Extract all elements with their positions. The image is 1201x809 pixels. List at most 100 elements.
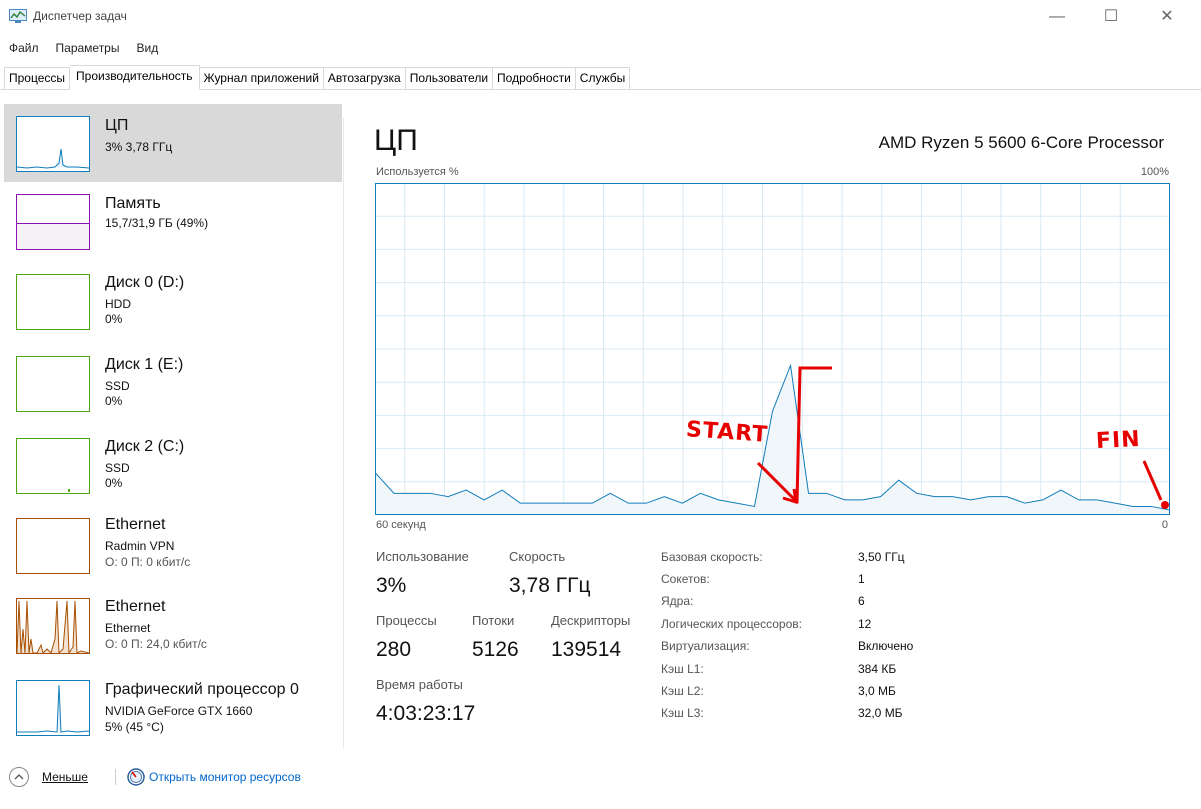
minimize-button[interactable]: — [1042, 6, 1072, 28]
threads-value: 5126 [472, 638, 519, 661]
sidebar-item-detail-2: 0% [105, 312, 123, 326]
sidebar-item-detail-2: О: 0 П: 0 кбит/с [105, 555, 191, 569]
tab-performance[interactable]: Производительность [70, 65, 200, 90]
resource-monitor-icon[interactable] [127, 768, 145, 786]
resource-sidebar: ЦП 3% 3,78 ГГц Память 15,7/31,9 ГБ (49%)… [4, 104, 342, 749]
spec-virtualization-value: Включено [858, 639, 914, 653]
handles-label: Дескрипторы [551, 613, 631, 628]
menu-file[interactable]: Файл [0, 38, 47, 58]
spec-base-speed-label: Базовая скорость: [661, 550, 763, 564]
spec-cores-value: 6 [858, 594, 865, 608]
spec-sockets-value: 1 [858, 572, 865, 586]
sidebar-item-gpu-0[interactable]: Графический процессор 0 NVIDIA GeForce G… [4, 676, 342, 754]
uptime-value: 4:03:23:17 [376, 702, 476, 725]
spec-l1-cache-label: Кэш L1: [661, 662, 704, 676]
handles-value: 139514 [551, 638, 622, 661]
menu-view[interactable]: Вид [127, 38, 166, 58]
speed-value: 3,78 ГГц [509, 574, 591, 597]
cpu-usage-graph [375, 183, 1170, 515]
maximize-button[interactable]: ☐ [1096, 6, 1126, 28]
spec-l3-cache-value: 32,0 МБ [858, 706, 903, 720]
sidebar-item-detail: 15,7/31,9 ГБ (49%) [105, 216, 209, 230]
spec-sockets-label: Сокетов: [661, 572, 710, 586]
sidebar-item-detail-2: 0% [105, 476, 123, 490]
tab-bar: Процессы Производительность Журнал прило… [4, 65, 631, 90]
uptime-label: Время работы [376, 677, 463, 692]
sidebar-item-label: Ethernet [105, 516, 166, 533]
sidebar-item-detail: Radmin VPN [105, 539, 175, 553]
processes-value: 280 [376, 638, 412, 661]
disk-0-thumbnail-graph [16, 274, 90, 330]
memory-thumbnail-graph [16, 194, 90, 250]
spec-l1-cache-value: 384 КБ [858, 662, 897, 676]
sidebar-item-detail-2: О: 0 П: 24,0 кбит/с [105, 637, 207, 651]
sidebar-item-detail: SSD [105, 461, 130, 475]
ethernet-radmin-thumbnail-graph [16, 518, 90, 574]
spec-logical-processors-label: Логических процессоров: [661, 617, 802, 631]
usage-value: 3% [376, 574, 407, 597]
annotation-fin-label: FIN [1095, 426, 1142, 455]
spec-logical-processors-value: 12 [858, 617, 872, 631]
tab-services[interactable]: Службы [575, 67, 631, 90]
sidebar-item-label: Память [105, 195, 161, 212]
spec-cores-label: Ядра: [661, 594, 694, 608]
sidebar-item-detail: HDD [105, 297, 131, 311]
task-manager-app-icon [9, 9, 27, 23]
sidebar-item-ethernet-radmin[interactable]: Ethernet Radmin VPN О: 0 П: 0 кбит/с [4, 514, 342, 592]
spec-base-speed-value: 3,50 ГГц [858, 550, 905, 564]
sidebar-item-memory[interactable]: Память 15,7/31,9 ГБ (49%) [4, 188, 342, 266]
open-resource-monitor-link[interactable]: Открыть монитор ресурсов [149, 770, 301, 784]
tab-processes[interactable]: Процессы [4, 67, 71, 90]
sidebar-item-disk-1[interactable]: Диск 1 (E:) SSD 0% [4, 350, 342, 428]
graph-time-span-label: 60 секунд [376, 519, 426, 531]
processes-label: Процессы [376, 613, 437, 628]
graph-y-max-label: 100% [1140, 166, 1169, 178]
sidebar-item-label: Диск 0 (D:) [105, 274, 185, 291]
sidebar-item-detail: Ethernet [105, 621, 151, 635]
disk-2-thumbnail-graph [16, 438, 90, 494]
sidebar-item-label: ЦП [105, 117, 129, 134]
sidebar-item-label: Графический процессор 0 [105, 681, 299, 698]
close-button[interactable]: ✕ [1152, 6, 1182, 28]
speed-label: Скорость [509, 549, 566, 564]
usage-label: Использование [376, 549, 469, 564]
menu-bar: Файл Параметры Вид [0, 38, 166, 58]
tab-users[interactable]: Пользователи [405, 67, 494, 90]
graph-y-label: Используется % [376, 166, 459, 178]
sidebar-item-label: Ethernet [105, 598, 166, 615]
fewer-details-button[interactable]: Меньше [42, 770, 88, 784]
spec-l2-cache-label: Кэш L2: [661, 684, 704, 698]
ethernet-thumbnail-graph [16, 598, 90, 654]
title-bar: Диспетчер задач — ☐ ✕ [0, 0, 1201, 34]
sidebar-item-detail-2: 0% [105, 394, 123, 408]
disk-1-thumbnail-graph [16, 356, 90, 412]
chevron-up-icon[interactable] [9, 767, 29, 787]
threads-label: Потоки [472, 613, 515, 628]
sidebar-item-disk-2[interactable]: Диск 2 (C:) SSD 0% [4, 432, 342, 510]
sidebar-item-detail: SSD [105, 379, 130, 393]
sidebar-item-detail: NVIDIA GeForce GTX 1660 [105, 704, 253, 718]
footer-separator [115, 769, 116, 785]
tab-startup[interactable]: Автозагрузка [323, 67, 406, 90]
tab-details[interactable]: Подробности [493, 67, 576, 90]
tab-app-history[interactable]: Журнал приложений [199, 67, 324, 90]
spec-virtualization-label: Виртуализация: [661, 639, 750, 653]
gpu-thumbnail-graph [16, 680, 90, 736]
sidebar-item-disk-0[interactable]: Диск 0 (D:) HDD 0% [4, 268, 342, 346]
sidebar-item-detail: 3% 3,78 ГГц [105, 140, 173, 154]
cpu-thumbnail-graph [16, 116, 90, 172]
sidebar-item-ethernet[interactable]: Ethernet Ethernet О: 0 П: 24,0 кбит/с [4, 594, 342, 672]
window-title: Диспетчер задач [33, 9, 127, 23]
spec-l2-cache-value: 3,0 МБ [858, 684, 896, 698]
sidebar-item-label: Диск 1 (E:) [105, 356, 184, 373]
page-title: ЦП [374, 124, 418, 157]
sidebar-item-cpu[interactable]: ЦП 3% 3,78 ГГц [4, 104, 342, 182]
sidebar-divider [343, 118, 344, 748]
spec-l3-cache-label: Кэш L3: [661, 706, 704, 720]
menu-options[interactable]: Параметры [47, 38, 128, 58]
memory-fill [17, 222, 89, 249]
sidebar-item-label: Диск 2 (C:) [105, 438, 185, 455]
sidebar-item-detail-2: 5% (45 °C) [105, 720, 164, 734]
cpu-model-name: AMD Ryzen 5 5600 6-Core Processor [878, 133, 1164, 152]
graph-time-end-label: 0 [1161, 519, 1168, 531]
